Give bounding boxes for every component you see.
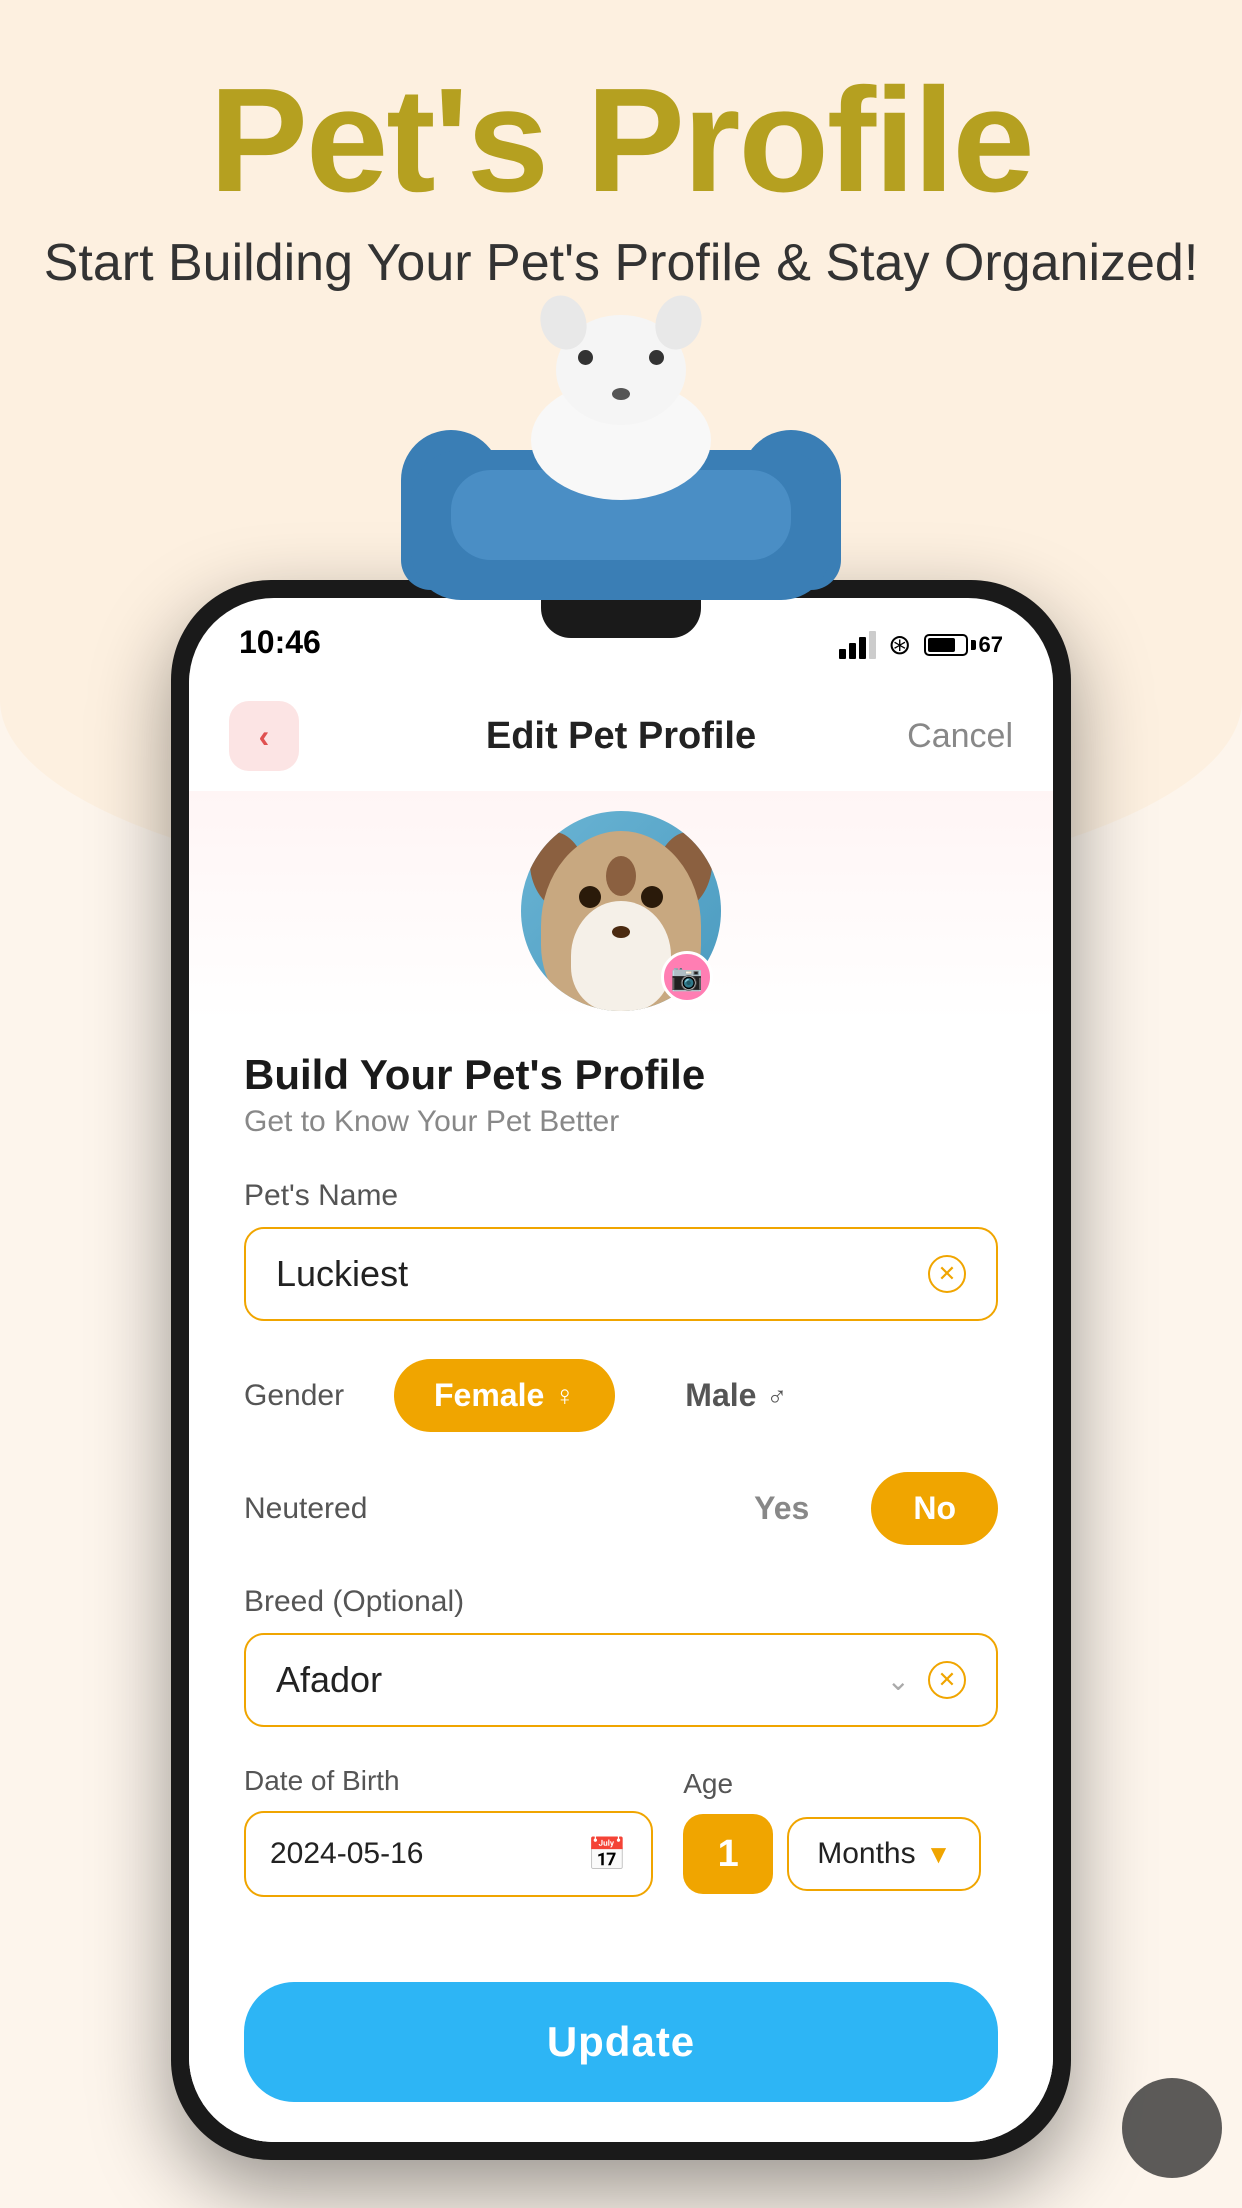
breed-label: Breed (Optional)	[244, 1585, 998, 1619]
gender-row: Gender Female ♀ Male ♂	[244, 1359, 998, 1432]
age-unit-label: Months	[817, 1837, 915, 1871]
dog-eye-left	[578, 350, 593, 365]
breed-chevron-down-icon: ⌄	[887, 1664, 910, 1697]
pet-name-input[interactable]	[276, 1253, 928, 1295]
phone-screen: 10:46 ⊛ 67	[189, 598, 1053, 2142]
gender-label: Gender	[244, 1379, 364, 1413]
neutered-no-button[interactable]: No	[871, 1472, 998, 1545]
dog-head	[556, 315, 686, 425]
header-section: Pet's Profile Start Building Your Pet's …	[0, 60, 1242, 293]
dog-eye-right	[649, 350, 664, 365]
female-symbol: ♀	[554, 1380, 575, 1412]
neutered-label: Neutered	[244, 1492, 692, 1526]
update-button[interactable]: Update	[244, 1982, 998, 2102]
camera-button[interactable]: 📷	[661, 951, 713, 1003]
avatar-muzzle	[571, 901, 671, 1011]
main-title: Pet's Profile	[0, 60, 1242, 223]
calendar-icon: 📅	[587, 1835, 627, 1873]
update-button-container: Update	[189, 1962, 1053, 2142]
back-button[interactable]: ‹	[229, 701, 299, 771]
age-unit-dropdown[interactable]: Months ▼	[787, 1817, 981, 1891]
dog-nose	[612, 388, 630, 400]
profile-image-area: 📷	[189, 791, 1053, 1021]
status-time: 10:46	[239, 624, 321, 661]
form-heading: Build Your Pet's Profile	[244, 1051, 998, 1099]
dog-illustration	[391, 280, 851, 620]
dob-column: Date of Birth 2024-05-16 📅	[244, 1765, 653, 1897]
pet-name-clear-icon[interactable]: ✕	[928, 1255, 966, 1293]
battery-label: 67	[979, 632, 1003, 658]
wifi-icon: ⊛	[888, 628, 911, 661]
gender-male-label: Male	[685, 1377, 756, 1414]
hero-dog-image	[371, 260, 871, 640]
age-label: Age	[683, 1768, 998, 1800]
form-subheading: Get to Know Your Pet Better	[244, 1105, 998, 1139]
paw-decoration	[1122, 2078, 1222, 2178]
dob-value: 2024-05-16	[270, 1837, 423, 1871]
camera-icon: 📷	[671, 962, 703, 993]
cancel-button[interactable]: Cancel	[907, 717, 1013, 756]
battery-icon: 67	[924, 632, 1003, 658]
neutered-yes-button[interactable]: Yes	[712, 1472, 851, 1545]
breed-value: Afador	[276, 1659, 382, 1701]
dog-ear-right	[648, 289, 709, 356]
age-input-row: 1 Months ▼	[683, 1814, 998, 1894]
pet-name-field[interactable]: ✕	[244, 1227, 998, 1321]
gender-female-button[interactable]: Female ♀	[394, 1359, 615, 1432]
avatar-forehead	[606, 856, 636, 896]
breed-controls: ⌄ ✕	[887, 1661, 966, 1699]
phone-frame: 10:46 ⊛ 67	[171, 580, 1071, 2160]
dob-age-row: Date of Birth 2024-05-16 📅 Age 1 Months	[244, 1765, 998, 1897]
age-number[interactable]: 1	[683, 1814, 773, 1894]
pet-name-label: Pet's Name	[244, 1179, 998, 1213]
gender-female-label: Female	[434, 1377, 544, 1414]
nav-title: Edit Pet Profile	[486, 715, 756, 758]
dog-ear-left	[533, 289, 594, 356]
breed-select[interactable]: Afador ⌄ ✕	[244, 1633, 998, 1727]
dob-field[interactable]: 2024-05-16 📅	[244, 1811, 653, 1897]
age-column: Age 1 Months ▼	[683, 1768, 998, 1894]
avatar-container[interactable]: 📷	[521, 811, 721, 1011]
avatar-nose	[612, 926, 630, 938]
app-content: ‹ Edit Pet Profile Cancel	[189, 673, 1053, 2142]
back-chevron-icon: ‹	[259, 718, 270, 755]
breed-clear-icon[interactable]: ✕	[928, 1661, 966, 1699]
avatar-eye-left	[579, 886, 601, 908]
male-symbol: ♂	[766, 1380, 787, 1412]
neutered-row: Neutered Yes No	[244, 1472, 998, 1545]
avatar-eye-right	[641, 886, 663, 908]
gender-male-button[interactable]: Male ♂	[645, 1359, 827, 1432]
age-unit-chevron-down-icon: ▼	[926, 1839, 952, 1870]
nav-bar: ‹ Edit Pet Profile Cancel	[189, 673, 1053, 791]
dob-label: Date of Birth	[244, 1765, 653, 1797]
